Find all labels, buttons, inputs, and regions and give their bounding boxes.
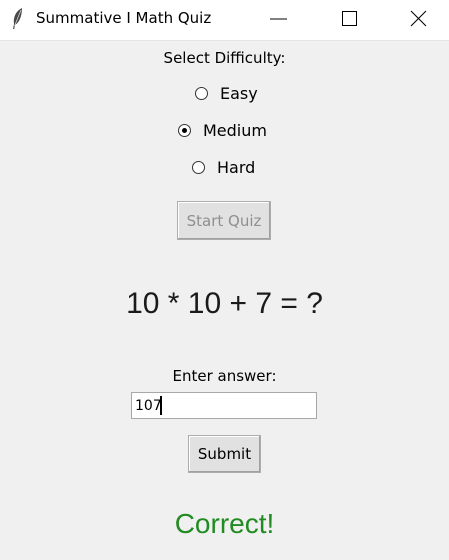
result-message: Correct!	[174, 508, 275, 539]
answer-input[interactable]	[131, 392, 317, 419]
radio-hard[interactable]: Hard	[192, 156, 255, 178]
feather-icon	[9, 7, 25, 31]
start-quiz-button[interactable]: Start Quiz	[177, 201, 271, 240]
maximize-button[interactable]	[325, 0, 371, 38]
window-title: Summative I Math Quiz	[36, 9, 212, 27]
minimize-button[interactable]	[256, 0, 302, 38]
radio-medium[interactable]: Medium	[178, 119, 267, 141]
close-button[interactable]	[395, 0, 441, 38]
radio-easy-indicator[interactable]	[195, 86, 208, 100]
radio-hard-indicator[interactable]	[192, 160, 205, 174]
radio-hard-label[interactable]: Hard	[217, 158, 255, 177]
radio-medium-label[interactable]: Medium	[203, 121, 267, 140]
text-caret	[160, 396, 162, 415]
answer-label: Enter answer:	[172, 367, 277, 385]
minimize-icon	[270, 18, 287, 20]
radio-easy-label[interactable]: Easy	[220, 84, 258, 103]
title-bar[interactable]: Summative I Math Quiz	[0, 0, 449, 41]
difficulty-label: Select Difficulty:	[163, 49, 286, 67]
maximize-icon	[342, 11, 357, 26]
submit-button[interactable]: Submit	[188, 435, 261, 473]
radio-medium-indicator[interactable]	[178, 123, 191, 137]
question-text: 10 * 10 + 7 = ?	[126, 287, 323, 320]
close-icon	[410, 10, 427, 27]
radio-easy[interactable]: Easy	[195, 82, 258, 104]
